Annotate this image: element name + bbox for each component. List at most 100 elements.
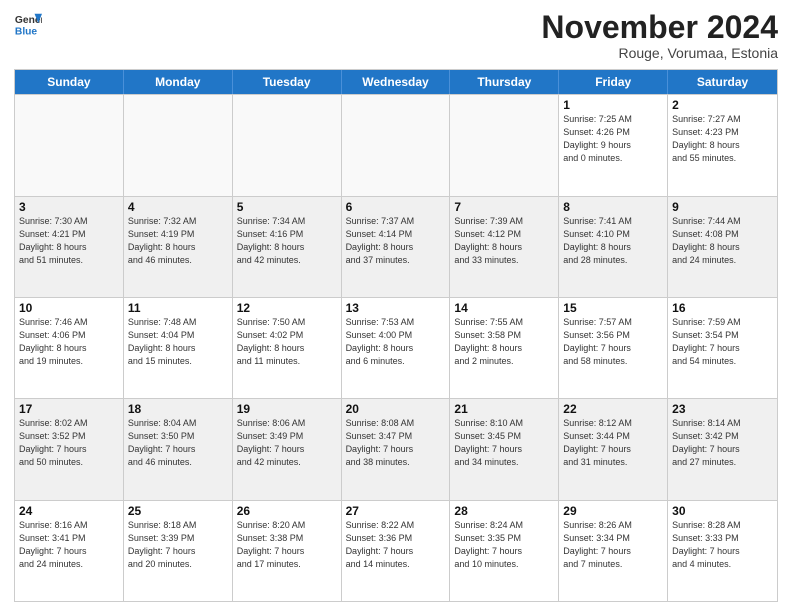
calendar-week-3: 10Sunrise: 7:46 AMSunset: 4:06 PMDayligh… bbox=[15, 297, 777, 398]
calendar-cell-w2-d4: 7Sunrise: 7:39 AMSunset: 4:12 PMDaylight… bbox=[450, 197, 559, 297]
header-monday: Monday bbox=[124, 70, 233, 94]
day-info: Sunrise: 8:18 AMSunset: 3:39 PMDaylight:… bbox=[128, 519, 228, 571]
day-info: Sunrise: 8:04 AMSunset: 3:50 PMDaylight:… bbox=[128, 417, 228, 469]
day-info: Sunrise: 8:26 AMSunset: 3:34 PMDaylight:… bbox=[563, 519, 663, 571]
header-sunday: Sunday bbox=[15, 70, 124, 94]
day-info: Sunrise: 7:48 AMSunset: 4:04 PMDaylight:… bbox=[128, 316, 228, 368]
day-number: 27 bbox=[346, 504, 446, 518]
day-info: Sunrise: 7:50 AMSunset: 4:02 PMDaylight:… bbox=[237, 316, 337, 368]
calendar-cell-w1-d4 bbox=[450, 95, 559, 195]
day-info: Sunrise: 8:02 AMSunset: 3:52 PMDaylight:… bbox=[19, 417, 119, 469]
day-info: Sunrise: 7:27 AMSunset: 4:23 PMDaylight:… bbox=[672, 113, 773, 165]
day-number: 30 bbox=[672, 504, 773, 518]
header-thursday: Thursday bbox=[450, 70, 559, 94]
day-number: 17 bbox=[19, 402, 119, 416]
calendar-cell-w5-d5: 29Sunrise: 8:26 AMSunset: 3:34 PMDayligh… bbox=[559, 501, 668, 601]
day-info: Sunrise: 8:12 AMSunset: 3:44 PMDaylight:… bbox=[563, 417, 663, 469]
calendar-cell-w5-d3: 27Sunrise: 8:22 AMSunset: 3:36 PMDayligh… bbox=[342, 501, 451, 601]
day-info: Sunrise: 7:55 AMSunset: 3:58 PMDaylight:… bbox=[454, 316, 554, 368]
day-number: 19 bbox=[237, 402, 337, 416]
day-number: 29 bbox=[563, 504, 663, 518]
calendar-cell-w2-d3: 6Sunrise: 7:37 AMSunset: 4:14 PMDaylight… bbox=[342, 197, 451, 297]
calendar-cell-w2-d1: 4Sunrise: 7:32 AMSunset: 4:19 PMDaylight… bbox=[124, 197, 233, 297]
calendar-cell-w3-d2: 12Sunrise: 7:50 AMSunset: 4:02 PMDayligh… bbox=[233, 298, 342, 398]
calendar-body: 1Sunrise: 7:25 AMSunset: 4:26 PMDaylight… bbox=[15, 94, 777, 601]
calendar-cell-w4-d1: 18Sunrise: 8:04 AMSunset: 3:50 PMDayligh… bbox=[124, 399, 233, 499]
calendar-week-2: 3Sunrise: 7:30 AMSunset: 4:21 PMDaylight… bbox=[15, 196, 777, 297]
day-number: 20 bbox=[346, 402, 446, 416]
day-info: Sunrise: 8:06 AMSunset: 3:49 PMDaylight:… bbox=[237, 417, 337, 469]
day-info: Sunrise: 8:16 AMSunset: 3:41 PMDaylight:… bbox=[19, 519, 119, 571]
day-number: 25 bbox=[128, 504, 228, 518]
calendar-cell-w1-d2 bbox=[233, 95, 342, 195]
calendar-week-4: 17Sunrise: 8:02 AMSunset: 3:52 PMDayligh… bbox=[15, 398, 777, 499]
day-number: 28 bbox=[454, 504, 554, 518]
calendar-cell-w3-d4: 14Sunrise: 7:55 AMSunset: 3:58 PMDayligh… bbox=[450, 298, 559, 398]
calendar-week-5: 24Sunrise: 8:16 AMSunset: 3:41 PMDayligh… bbox=[15, 500, 777, 601]
day-number: 15 bbox=[563, 301, 663, 315]
day-number: 6 bbox=[346, 200, 446, 214]
calendar-cell-w5-d2: 26Sunrise: 8:20 AMSunset: 3:38 PMDayligh… bbox=[233, 501, 342, 601]
calendar-header: Sunday Monday Tuesday Wednesday Thursday… bbox=[15, 70, 777, 94]
calendar-cell-w4-d5: 22Sunrise: 8:12 AMSunset: 3:44 PMDayligh… bbox=[559, 399, 668, 499]
svg-text:Blue: Blue bbox=[15, 26, 38, 37]
day-info: Sunrise: 8:24 AMSunset: 3:35 PMDaylight:… bbox=[454, 519, 554, 571]
calendar-cell-w2-d6: 9Sunrise: 7:44 AMSunset: 4:08 PMDaylight… bbox=[668, 197, 777, 297]
day-number: 10 bbox=[19, 301, 119, 315]
day-number: 26 bbox=[237, 504, 337, 518]
day-info: Sunrise: 7:41 AMSunset: 4:10 PMDaylight:… bbox=[563, 215, 663, 267]
day-number: 9 bbox=[672, 200, 773, 214]
calendar-cell-w5-d6: 30Sunrise: 8:28 AMSunset: 3:33 PMDayligh… bbox=[668, 501, 777, 601]
calendar-cell-w5-d1: 25Sunrise: 8:18 AMSunset: 3:39 PMDayligh… bbox=[124, 501, 233, 601]
calendar-cell-w5-d0: 24Sunrise: 8:16 AMSunset: 3:41 PMDayligh… bbox=[15, 501, 124, 601]
day-number: 12 bbox=[237, 301, 337, 315]
header-tuesday: Tuesday bbox=[233, 70, 342, 94]
calendar-cell-w2-d0: 3Sunrise: 7:30 AMSunset: 4:21 PMDaylight… bbox=[15, 197, 124, 297]
day-info: Sunrise: 7:57 AMSunset: 3:56 PMDaylight:… bbox=[563, 316, 663, 368]
day-number: 24 bbox=[19, 504, 119, 518]
day-number: 23 bbox=[672, 402, 773, 416]
calendar-cell-w5-d4: 28Sunrise: 8:24 AMSunset: 3:35 PMDayligh… bbox=[450, 501, 559, 601]
day-number: 16 bbox=[672, 301, 773, 315]
calendar-cell-w1-d5: 1Sunrise: 7:25 AMSunset: 4:26 PMDaylight… bbox=[559, 95, 668, 195]
day-info: Sunrise: 7:44 AMSunset: 4:08 PMDaylight:… bbox=[672, 215, 773, 267]
day-info: Sunrise: 7:34 AMSunset: 4:16 PMDaylight:… bbox=[237, 215, 337, 267]
calendar-cell-w4-d0: 17Sunrise: 8:02 AMSunset: 3:52 PMDayligh… bbox=[15, 399, 124, 499]
day-info: Sunrise: 8:08 AMSunset: 3:47 PMDaylight:… bbox=[346, 417, 446, 469]
day-number: 11 bbox=[128, 301, 228, 315]
page-header: General Blue November 2024 Rouge, Voruma… bbox=[14, 10, 778, 61]
day-info: Sunrise: 7:30 AMSunset: 4:21 PMDaylight:… bbox=[19, 215, 119, 267]
day-number: 21 bbox=[454, 402, 554, 416]
calendar-cell-w3-d5: 15Sunrise: 7:57 AMSunset: 3:56 PMDayligh… bbox=[559, 298, 668, 398]
day-info: Sunrise: 8:10 AMSunset: 3:45 PMDaylight:… bbox=[454, 417, 554, 469]
calendar-cell-w4-d3: 20Sunrise: 8:08 AMSunset: 3:47 PMDayligh… bbox=[342, 399, 451, 499]
calendar-cell-w4-d6: 23Sunrise: 8:14 AMSunset: 3:42 PMDayligh… bbox=[668, 399, 777, 499]
header-friday: Friday bbox=[559, 70, 668, 94]
header-saturday: Saturday bbox=[668, 70, 777, 94]
calendar: Sunday Monday Tuesday Wednesday Thursday… bbox=[14, 69, 778, 602]
day-number: 2 bbox=[672, 98, 773, 112]
header-wednesday: Wednesday bbox=[342, 70, 451, 94]
day-info: Sunrise: 8:20 AMSunset: 3:38 PMDaylight:… bbox=[237, 519, 337, 571]
calendar-cell-w1-d3 bbox=[342, 95, 451, 195]
calendar-cell-w2-d2: 5Sunrise: 7:34 AMSunset: 4:16 PMDaylight… bbox=[233, 197, 342, 297]
day-info: Sunrise: 7:46 AMSunset: 4:06 PMDaylight:… bbox=[19, 316, 119, 368]
logo: General Blue bbox=[14, 10, 42, 38]
day-info: Sunrise: 7:25 AMSunset: 4:26 PMDaylight:… bbox=[563, 113, 663, 165]
day-number: 18 bbox=[128, 402, 228, 416]
day-number: 22 bbox=[563, 402, 663, 416]
day-info: Sunrise: 7:53 AMSunset: 4:00 PMDaylight:… bbox=[346, 316, 446, 368]
calendar-cell-w1-d6: 2Sunrise: 7:27 AMSunset: 4:23 PMDaylight… bbox=[668, 95, 777, 195]
title-block: November 2024 Rouge, Vorumaa, Estonia bbox=[541, 10, 778, 61]
calendar-cell-w3-d0: 10Sunrise: 7:46 AMSunset: 4:06 PMDayligh… bbox=[15, 298, 124, 398]
calendar-cell-w3-d6: 16Sunrise: 7:59 AMSunset: 3:54 PMDayligh… bbox=[668, 298, 777, 398]
calendar-cell-w3-d1: 11Sunrise: 7:48 AMSunset: 4:04 PMDayligh… bbox=[124, 298, 233, 398]
calendar-cell-w3-d3: 13Sunrise: 7:53 AMSunset: 4:00 PMDayligh… bbox=[342, 298, 451, 398]
day-number: 8 bbox=[563, 200, 663, 214]
logo-icon: General Blue bbox=[14, 10, 42, 38]
day-info: Sunrise: 7:32 AMSunset: 4:19 PMDaylight:… bbox=[128, 215, 228, 267]
day-info: Sunrise: 7:37 AMSunset: 4:14 PMDaylight:… bbox=[346, 215, 446, 267]
calendar-cell-w2-d5: 8Sunrise: 7:41 AMSunset: 4:10 PMDaylight… bbox=[559, 197, 668, 297]
day-number: 7 bbox=[454, 200, 554, 214]
calendar-week-1: 1Sunrise: 7:25 AMSunset: 4:26 PMDaylight… bbox=[15, 94, 777, 195]
